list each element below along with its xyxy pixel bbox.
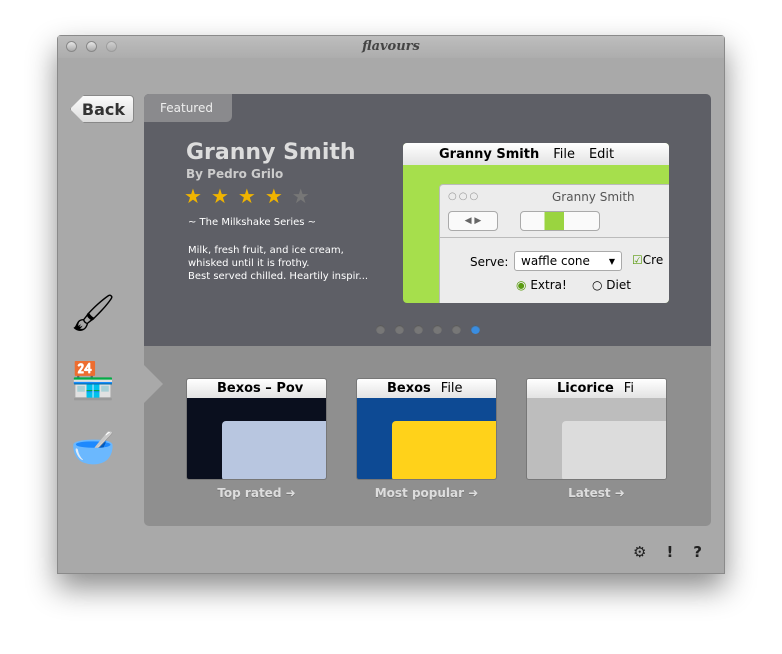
thumb-menubar: Bexos – Pov bbox=[187, 379, 326, 398]
page-indicator bbox=[144, 319, 711, 338]
gear-icon[interactable]: ⚙ bbox=[633, 543, 646, 561]
thumb-window bbox=[222, 421, 326, 479]
star-icon: ★ bbox=[237, 184, 265, 208]
page-dot[interactable] bbox=[375, 325, 385, 334]
theme-description: Milk, fresh fruit, and ice cream, whiske… bbox=[188, 244, 388, 283]
content-panel: Featured Granny Smith By Pedro Grilo ★★★… bbox=[144, 94, 711, 526]
page-dot[interactable] bbox=[394, 325, 404, 334]
thumb-menubar: Bexos File bbox=[357, 379, 496, 398]
thumb-menu: Fi bbox=[623, 381, 634, 396]
category-link[interactable]: Top rated ➜ bbox=[186, 486, 327, 500]
star-icon: ★ bbox=[264, 184, 292, 208]
page-dot[interactable] bbox=[451, 325, 461, 334]
page-dot[interactable] bbox=[413, 325, 423, 334]
footer-toolbar: ⚙ ! ? bbox=[633, 543, 702, 561]
star-icon: ★ bbox=[210, 184, 238, 208]
star-icon: ★ bbox=[291, 184, 319, 208]
category-thumbnail[interactable]: Bexos File bbox=[356, 378, 497, 480]
store-icon[interactable]: 🏪 bbox=[68, 356, 118, 406]
desc-line: Best served chilled. Heartily inspir... bbox=[188, 271, 369, 282]
mixing-bowl-icon[interactable]: 🥣 bbox=[68, 423, 118, 473]
serve-label: Serve: bbox=[470, 255, 509, 269]
desc-line: whisked until it is frothy. bbox=[188, 258, 310, 269]
thumb-menu: File bbox=[440, 381, 463, 396]
selection-pointer bbox=[144, 364, 163, 404]
page-dot[interactable] bbox=[432, 325, 442, 334]
radio-extra-label: Extra! bbox=[530, 278, 567, 292]
radio-extra: ◉ Extra! bbox=[516, 278, 567, 292]
thumb-window bbox=[562, 421, 666, 479]
featured-tab[interactable]: Featured bbox=[144, 94, 232, 122]
app-window: flavours Back 🖌 🏪 🥣 Featured Granny Smit… bbox=[57, 35, 725, 574]
category-thumbnail[interactable]: Bexos – Pov bbox=[186, 378, 327, 480]
theme-title[interactable]: Granny Smith bbox=[186, 140, 356, 165]
featured-section: Featured Granny Smith By Pedro Grilo ★★★… bbox=[144, 94, 711, 346]
category-link[interactable]: Latest ➜ bbox=[526, 486, 667, 500]
page-dot[interactable] bbox=[470, 325, 480, 334]
serve-value: waffle cone bbox=[521, 254, 590, 268]
nav-buttons: ◀ ▶ bbox=[448, 211, 498, 231]
radio-diet: ○ Diet bbox=[592, 278, 631, 292]
serve-select: waffle cone ▼ bbox=[514, 251, 622, 271]
thumb-theme-name: Bexos bbox=[387, 381, 431, 396]
preview-window-title: Granny Smith bbox=[552, 190, 635, 204]
traffic-lights: ○○○ bbox=[448, 191, 481, 202]
theme-author: By Pedro Grilo bbox=[186, 167, 284, 181]
alert-icon[interactable]: ! bbox=[666, 543, 673, 561]
radio-diet-label: Diet bbox=[606, 278, 631, 292]
preview-window: ○○○ Granny Smith ◀ ▶ Serve: waffle cone … bbox=[439, 184, 669, 303]
preview-checkbox: ☑Cre bbox=[632, 253, 664, 267]
back-button[interactable]: Back bbox=[70, 95, 134, 123]
rating-stars: ★★★★★ bbox=[184, 184, 319, 208]
theme-preview[interactable]: Granny Smith File Edit ○○○ Granny Smith … bbox=[403, 143, 669, 303]
help-icon[interactable]: ? bbox=[693, 543, 702, 561]
category-thumbnail[interactable]: Licorice Fi bbox=[526, 378, 667, 480]
checkbox-label: Cre bbox=[642, 253, 664, 267]
thumb-theme-name: Bexos – Pov bbox=[217, 381, 304, 396]
menu-file: File bbox=[553, 146, 575, 162]
menu-edit: Edit bbox=[588, 146, 615, 162]
window-title: flavours bbox=[362, 39, 420, 54]
paint-brush-icon[interactable]: 🖌 bbox=[68, 288, 118, 338]
title-bar: flavours bbox=[58, 36, 724, 58]
desc-line: Milk, fresh fruit, and ice cream, bbox=[188, 245, 344, 256]
star-icon: ★ bbox=[184, 184, 211, 208]
theme-series: ~ The Milkshake Series ~ bbox=[188, 217, 317, 228]
menu-app: Granny Smith bbox=[439, 146, 540, 162]
thumb-menubar: Licorice Fi bbox=[527, 379, 666, 398]
preview-menubar: Granny Smith File Edit bbox=[403, 143, 669, 165]
category-link[interactable]: Most popular ➜ bbox=[356, 486, 497, 500]
thumb-window bbox=[392, 421, 496, 479]
view-switcher bbox=[520, 211, 600, 231]
thumb-theme-name: Licorice bbox=[557, 381, 614, 396]
